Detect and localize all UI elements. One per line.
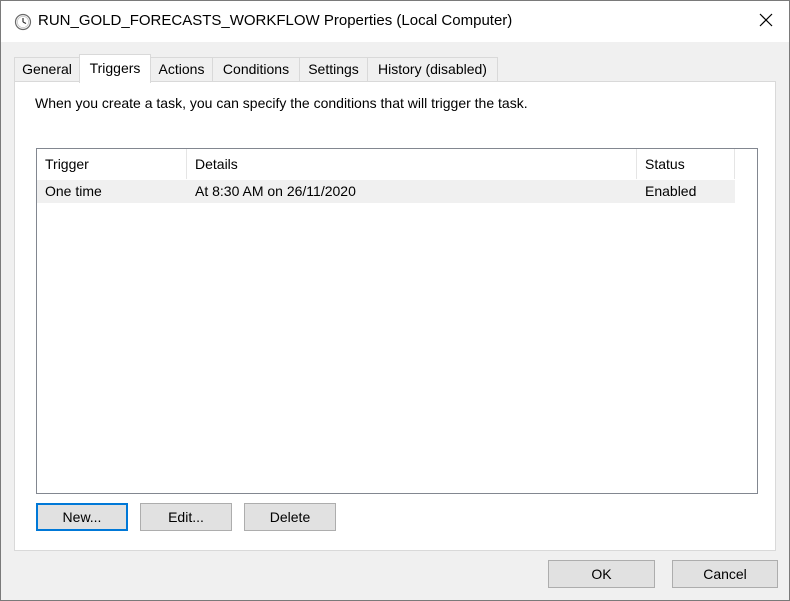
tab-history[interactable]: History (disabled) [367,57,498,81]
tab-conditions[interactable]: Conditions [212,57,300,81]
details-cell: At 8:30 AM on 26/11/2020 [195,183,356,199]
clock-icon [14,13,32,31]
cancel-button[interactable]: Cancel [672,560,778,588]
title-bar: RUN_GOLD_FORECASTS_WORKFLOW Properties (… [1,1,789,42]
triggers-list[interactable]: Trigger Details Status One time At 8:30 … [36,148,758,494]
list-header: Trigger Details Status [37,149,735,179]
triggers-panel: When you create a task, you can specify … [14,81,776,551]
properties-dialog: RUN_GOLD_FORECASTS_WORKFLOW Properties (… [0,0,790,601]
window-title: RUN_GOLD_FORECASTS_WORKFLOW Properties (… [38,12,513,29]
trigger-cell: One time [45,183,102,199]
edit-trigger-button[interactable]: Edit... [140,503,232,531]
delete-trigger-button[interactable]: Delete [244,503,336,531]
table-row[interactable]: One time At 8:30 AM on 26/11/2020 Enable… [37,180,735,203]
close-button[interactable] [743,1,789,42]
column-header-details[interactable]: Details [187,149,637,179]
close-icon [759,13,773,30]
new-trigger-button[interactable]: New... [36,503,128,531]
tab-triggers[interactable]: Triggers [79,54,151,83]
ok-button[interactable]: OK [548,560,655,588]
tab-settings[interactable]: Settings [299,57,368,81]
intro-text: When you create a task, you can specify … [35,95,528,111]
column-header-status[interactable]: Status [637,149,735,179]
status-cell: Enabled [645,183,697,199]
tab-general[interactable]: General [14,57,80,81]
tab-actions[interactable]: Actions [150,57,213,81]
column-header-trigger[interactable]: Trigger [37,149,187,179]
